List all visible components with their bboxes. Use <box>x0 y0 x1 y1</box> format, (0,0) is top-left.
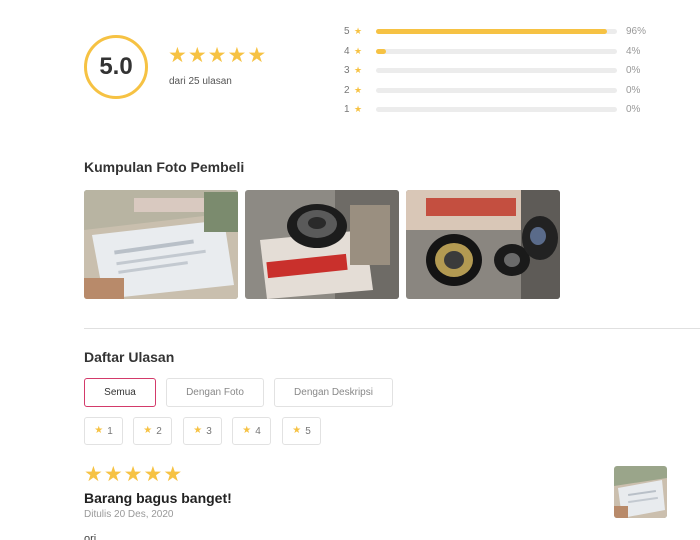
filter-with-description-button[interactable]: Dengan Deskripsi <box>274 378 393 407</box>
distribution-row: 3 ★ 0% <box>344 61 664 81</box>
distribution-star-number: 5 <box>344 26 350 38</box>
review-date: Ditulis 20 Des, 2020 <box>84 509 174 520</box>
star-icon: ★ <box>354 104 363 115</box>
star-icon: ★ <box>207 44 227 67</box>
review-body: ori <box>84 533 97 540</box>
distribution-percent: 4% <box>626 45 641 57</box>
star-icon: ★ <box>354 65 363 76</box>
section-divider <box>84 328 700 329</box>
star-icon: ★ <box>163 463 183 486</box>
buyer-photo-image <box>406 190 560 299</box>
buyer-photo-image <box>84 190 238 299</box>
star-filter-3-button[interactable]: ★ 3 <box>183 417 222 445</box>
review-photo-image <box>614 466 667 518</box>
star-icon: ★ <box>143 425 153 436</box>
distribution-bar <box>376 68 617 74</box>
distribution-row: 4 ★ 4% <box>344 42 664 62</box>
distribution-row: 2 ★ 0% <box>344 81 664 101</box>
star-filter-1-button[interactable]: ★ 1 <box>84 417 123 445</box>
review-title: Barang bagus banget! <box>84 490 232 506</box>
review-count: dari 25 ulasan <box>169 76 232 87</box>
review-photo-thumbnail[interactable] <box>614 466 667 518</box>
distribution-row: 5 ★ 96% <box>344 22 664 42</box>
star-filter-label: 1 <box>107 425 113 437</box>
star-icon: ★ <box>227 44 247 67</box>
distribution-star-number: 4 <box>344 45 350 57</box>
distribution-percent: 0% <box>626 84 641 96</box>
star-icon: ★ <box>193 425 203 436</box>
distribution-percent: 0% <box>626 104 641 116</box>
star-icon: ★ <box>247 44 267 67</box>
star-filter-label: 5 <box>305 425 311 437</box>
star-icon: ★ <box>187 44 207 67</box>
star-icon: ★ <box>354 45 363 56</box>
star-filter-label: 3 <box>206 425 212 437</box>
distribution-bar <box>376 29 617 35</box>
review-list-title: Daftar Ulasan <box>84 349 175 365</box>
distribution-star-number: 1 <box>344 104 350 116</box>
summary-stars: ★ ★ ★ ★ ★ <box>168 45 266 66</box>
distribution-bar <box>376 48 617 54</box>
star-icon: ★ <box>242 425 252 436</box>
buyer-photo[interactable] <box>245 190 399 299</box>
star-icon: ★ <box>84 463 103 486</box>
review-stars: ★ ★ ★ ★ ★ <box>84 464 182 485</box>
star-icon: ★ <box>354 84 363 95</box>
star-filter-2-button[interactable]: ★ 2 <box>133 417 172 445</box>
star-filter-5-button[interactable]: ★ 5 <box>282 417 321 445</box>
buyer-photo[interactable] <box>406 190 560 299</box>
buyer-photos-title: Kumpulan Foto Pembeli <box>84 159 245 175</box>
star-icon: ★ <box>354 26 363 37</box>
rating-score: 5.0 <box>99 53 133 80</box>
star-icon: ★ <box>292 425 302 436</box>
distribution-percent: 0% <box>626 65 641 77</box>
star-icon: ★ <box>94 425 104 436</box>
filter-all-button[interactable]: Semua <box>84 378 156 407</box>
distribution-percent: 96% <box>626 26 647 38</box>
star-icon: ★ <box>103 463 123 486</box>
distribution-bar-fill <box>376 48 386 54</box>
star-filter-label: 2 <box>156 425 162 437</box>
star-filter-4-button[interactable]: ★ 4 <box>232 417 271 445</box>
distribution-bar <box>376 107 617 113</box>
distribution-star-number: 2 <box>344 84 350 96</box>
buyer-photo-image <box>245 190 399 299</box>
filter-with-photo-button[interactable]: Dengan Foto <box>166 378 264 407</box>
star-filter-label: 4 <box>255 425 261 437</box>
star-icon: ★ <box>143 463 163 486</box>
rating-score-circle: 5.0 <box>84 35 148 99</box>
distribution-bar-fill <box>376 29 608 35</box>
distribution-star-number: 3 <box>344 65 350 77</box>
buyer-photo[interactable] <box>84 190 238 299</box>
distribution-bar <box>376 87 617 93</box>
rating-distribution: 5 ★ 96% 4 ★ 4% 3 ★ 0% 2 ★ 0% 1 ★ 0% <box>344 22 664 120</box>
star-icon: ★ <box>168 44 187 67</box>
star-icon: ★ <box>123 463 143 486</box>
distribution-row: 1 ★ 0% <box>344 100 664 120</box>
